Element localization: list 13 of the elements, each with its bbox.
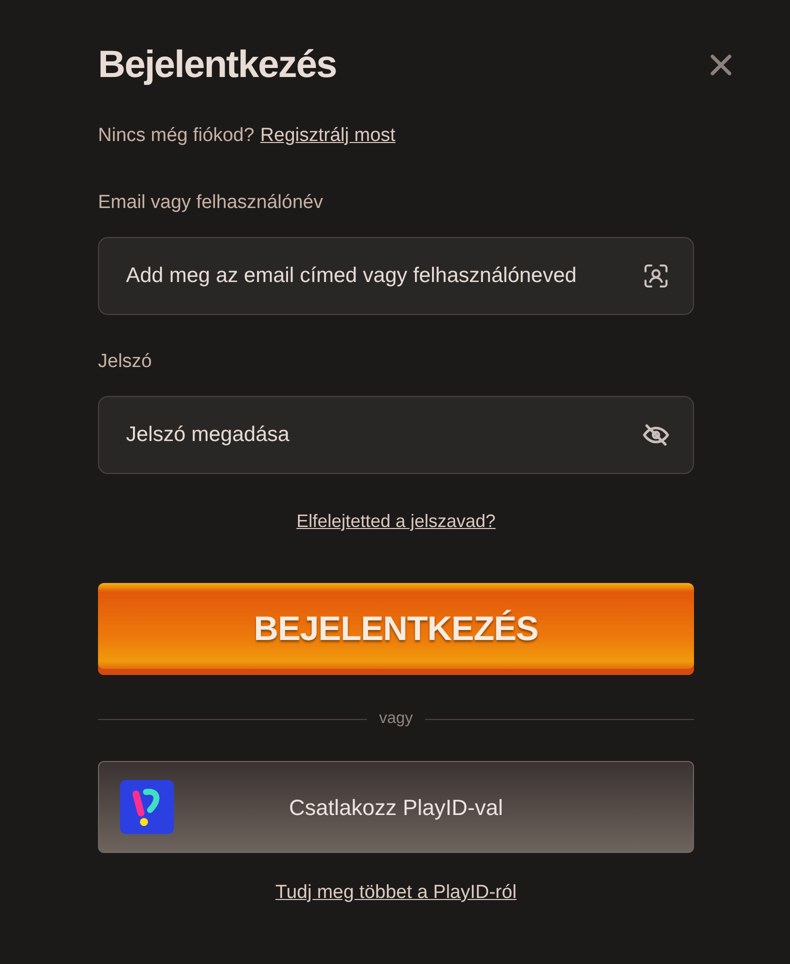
playid-info-link[interactable]: Tudj meg többet a PlayID-ról (275, 879, 517, 908)
register-prompt: Nincs még fiókod? (98, 124, 254, 148)
register-link[interactable]: Regisztrálj most (260, 122, 396, 150)
text-field[interactable]: Jelszó megadása (98, 396, 694, 474)
forgot-password-link[interactable]: Elfelejtetted a jelszavad? (296, 508, 496, 535)
app-logo-icon (120, 780, 174, 834)
divider-label: vagy (379, 709, 413, 729)
face-scan-icon[interactable] (642, 262, 670, 290)
dialog-title: Bejelentkezés (98, 42, 336, 88)
field-label: Jelszó (98, 350, 153, 374)
field-label: Email vagy felhasználónév (98, 191, 324, 215)
playid-button[interactable]: Csatlakozz PlayID-val (98, 761, 694, 853)
text-field[interactable]: Add meg az email címed vagy felhasználóneved (98, 237, 694, 315)
